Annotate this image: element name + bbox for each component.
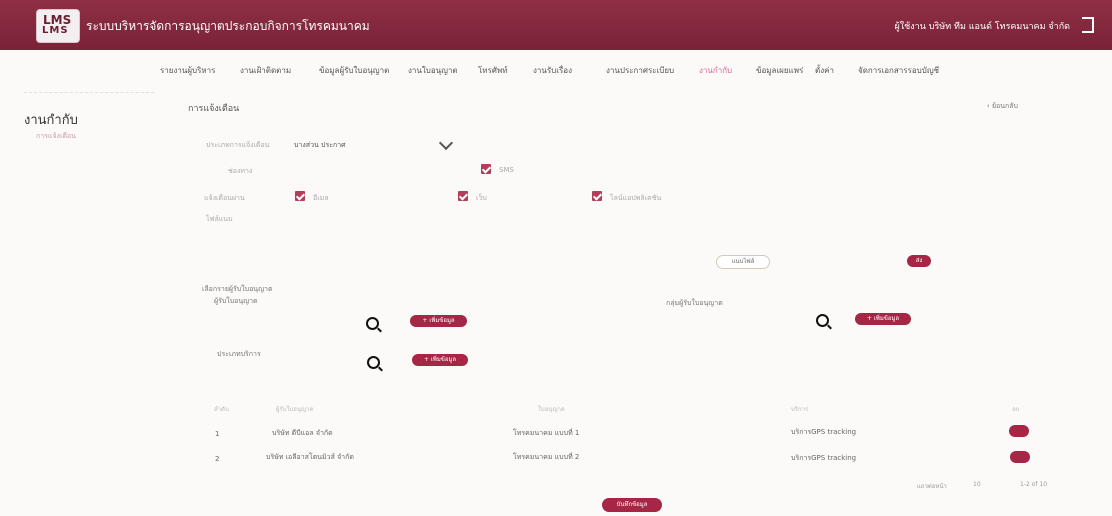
rows-per-page-select[interactable]: 10 (973, 481, 981, 488)
attachment-label: ไฟล์แนบ (206, 215, 233, 223)
main-navigation: รายงานผู้บริหาร งานเฝ้าติดตาม ข้อมูลผู้ร… (0, 50, 1112, 88)
search-icon[interactable] (366, 317, 379, 330)
row-company: บริษัท เอลีอาสโตนมิวส์ จำกัด (266, 453, 354, 461)
user-info: ผู้ใช้งาน บริษัท ทีม แอนด์ โทรคมนาคม จำก… (894, 22, 1071, 32)
nav-item-regulation[interactable]: งานกำกับ (699, 64, 732, 77)
table-header-licensee: ผู้รับใบอนุญาต (276, 406, 314, 413)
nav-item-licensee-data[interactable]: ข้อมูลผู้รับใบอนุญาต (319, 64, 389, 77)
logout-icon[interactable] (1082, 17, 1094, 33)
line-label: ไลน์แอปพลิเคชัน (610, 194, 662, 202)
nav-item-monitoring[interactable]: งานเฝ้าติดตาม (240, 64, 291, 77)
line-checkbox[interactable] (592, 191, 602, 201)
delete-row-button[interactable] (1009, 425, 1029, 437)
table-header-delete: ลบ (1012, 406, 1020, 413)
back-link[interactable]: ‹ ย้อนกลับ (987, 101, 1018, 112)
notification-type-select[interactable]: บางส่วน ประกาศ (294, 140, 346, 151)
sidebar-link-notification[interactable]: การแจ้งเตือน (36, 131, 76, 142)
send-button[interactable]: ส่ง (907, 255, 931, 267)
add-group-button[interactable]: + เพิ่มข้อมูล (855, 313, 911, 325)
page-title: การแจ้งเตือน (188, 104, 240, 114)
search-icon[interactable] (816, 314, 829, 327)
table-header-service: บริการ (791, 406, 809, 413)
channel-label: ช่องทาง (228, 167, 253, 175)
app-title: ระบบบริหารจัดการอนุญาตประกอบกิจการโทรคมน… (86, 19, 370, 33)
row-number: 2 (215, 455, 220, 463)
web-label: เว็บ (476, 194, 487, 202)
app-logo: LMS LMS (36, 9, 80, 43)
notification-type-label: ประเภทการแจ้งเตือน (206, 141, 270, 149)
logo-text: LMS (42, 25, 69, 36)
row-license: โทรคมนาคม แบบที่ 1 (513, 429, 580, 437)
licensee-section-title: เลือกรายผู้รับใบอนุญาต (202, 285, 273, 293)
top-header: LMS LMS ระบบบริหารจัดการอนุญาตประกอบกิจก… (0, 0, 1112, 50)
sms-label: SMS (499, 166, 514, 174)
licensee-group-label: กลุ่มผู้รับใบอนุญาต (666, 299, 723, 307)
nav-item-licenses[interactable]: งานใบอนุญาต (408, 64, 458, 77)
chevron-down-icon[interactable] (438, 135, 454, 151)
service-type-label: ประเภทบริการ (217, 350, 261, 358)
licensee-label: ผู้รับใบอนุญาต (214, 297, 258, 305)
email-checkbox[interactable] (295, 191, 305, 201)
row-license: โทรคมนาคม แบบที่ 2 (513, 453, 580, 461)
notify-via-label: แจ้งเตือนผ่าน (204, 194, 245, 202)
upload-button[interactable]: แนบไฟล์ (716, 255, 770, 269)
sidebar-title: งานกำกับ (24, 113, 78, 128)
row-service: บริการGPS tracking (791, 454, 857, 462)
row-service: บริการGPS tracking (791, 428, 857, 436)
nav-item-executive-report[interactable]: รายงานผู้บริหาร (160, 64, 215, 77)
row-number: 1 (215, 430, 220, 438)
nav-item-documents[interactable]: จัดการเอกสารรอบบัญชี (858, 64, 939, 77)
nav-item-publications[interactable]: ข้อมูลเผยแพร่ (756, 64, 803, 77)
search-icon[interactable] (367, 356, 380, 369)
back-label: ย้อนกลับ (991, 102, 1018, 110)
table-header-no: ลำดับ (214, 406, 229, 413)
row-company: บริษัท ดีบีแอล จำกัด (272, 429, 333, 437)
pagination-range: 1-2 of 10 (1020, 481, 1048, 488)
add-licensee-button[interactable]: + เพิ่มข้อมูล (410, 315, 467, 327)
sms-checkbox[interactable] (481, 164, 491, 174)
rows-per-page-label: แถวต่อหน้า (917, 483, 947, 490)
nav-item-settings[interactable]: ตั้งค่า (815, 64, 834, 77)
table-header-license: ใบอนุญาต (538, 406, 565, 413)
email-label: อีเมล (313, 194, 329, 202)
delete-row-button[interactable] (1010, 451, 1030, 463)
save-button[interactable]: บันทึกข้อมูล (602, 498, 662, 512)
add-service-button[interactable]: + เพิ่มข้อมูล (412, 354, 468, 366)
nav-item-announcements[interactable]: งานประกาศระเบียบ (606, 64, 674, 77)
web-checkbox[interactable] (458, 191, 468, 201)
sidebar-divider (24, 92, 154, 93)
nav-item-receiving[interactable]: งานรับเรื่อง (533, 64, 572, 77)
nav-item-telephone[interactable]: โทรศัพท์ (478, 64, 508, 77)
